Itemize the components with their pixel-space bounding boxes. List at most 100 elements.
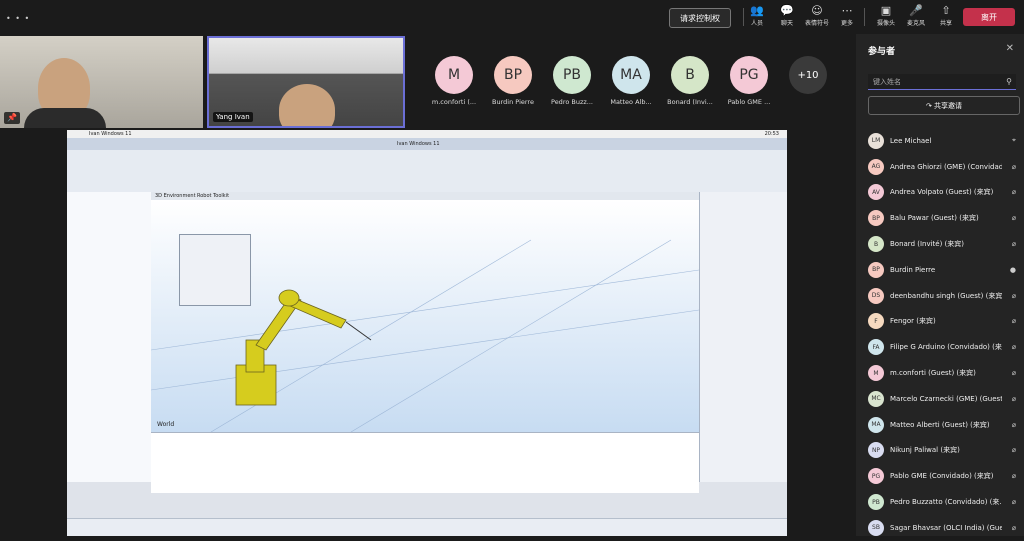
close-icon[interactable]: ✕ — [1006, 43, 1014, 54]
mic-off-icon: ⌀ — [1011, 394, 1016, 403]
participant-row[interactable]: Mm.conforti (Guest) (来宾) ⌀ — [856, 360, 1024, 386]
meeting-toolbar: • • • 请求控制权 👥 人员 💬 聊天 ☺ 表情符号 ⋯ 更多 ▣ 摄像头 🎤 麦克风 … — [0, 0, 1024, 34]
participant-avatar: BP — [868, 210, 884, 227]
participant-row[interactable]: AG Andrea Ghiorzi (GME) (Convidad... ⌀ — [856, 154, 1024, 180]
avatar[interactable]: PB — [553, 56, 591, 94]
participant-row[interactable]: NP Nikunj Paliwal (来宾) ⌀ — [856, 438, 1024, 464]
ribbon-toolbar[interactable] — [67, 150, 787, 193]
tree-panel[interactable] — [67, 192, 152, 482]
inner-title: Ivan Windows 11 — [397, 141, 440, 147]
more-button[interactable]: ⋯ 更多 — [832, 4, 862, 27]
emoji-button[interactable]: ☺ 表情符号 — [802, 4, 832, 27]
participant-name: Filipe G Arduino (Convidado) (来... — [890, 343, 1002, 352]
participant-row[interactable]: SB Sagar Bhavsar (OLCI India) (Gue... ⌀ — [856, 515, 1024, 541]
pin-icon[interactable]: 📌 — [4, 112, 20, 124]
participant-avatar: BP — [868, 261, 884, 278]
participant-avatar: PB — [868, 494, 884, 511]
mic-off-icon: ⌀ — [1011, 343, 1016, 352]
video-tile-2[interactable]: Yang Ivan — [207, 36, 405, 128]
participant-name: Andrea Volpato (Guest) (来宾) — [890, 188, 994, 197]
participant-row[interactable]: LM Lee Michael ⌖ — [856, 128, 1024, 154]
properties-panel[interactable] — [699, 192, 787, 482]
participant-name: Balu Pawar (Guest) (来宾) — [890, 214, 979, 223]
participant-avatar: FA — [868, 339, 884, 356]
participant-row[interactable]: F Fengor (来宾) ⌀ — [856, 309, 1024, 335]
share-button[interactable]: ⇧ 共享 — [931, 4, 961, 27]
people-icon: 👥 — [750, 4, 764, 17]
viewport-tabs: 3D Environment Robot Toolkit — [151, 192, 699, 200]
remote-app-title: Ivan Windows 11 — [89, 131, 132, 137]
participant-row[interactable]: BP Balu Pawar (Guest) (来宾) ⌀ — [856, 205, 1024, 231]
participant-avatar: NP — [868, 442, 884, 459]
avatar[interactable]: MA — [612, 56, 650, 94]
mic-off-icon: ⌀ — [1011, 291, 1016, 300]
participant-row[interactable]: BP Burdin Pierre ● — [856, 257, 1024, 283]
camera-button[interactable]: ▣ 摄像头 — [871, 4, 901, 27]
leave-button[interactable]: 离开 — [963, 8, 1015, 26]
video-tile-1[interactable]: 📌 — [0, 36, 203, 128]
mic-off-icon: ⌀ — [1011, 523, 1016, 532]
participant-row[interactable]: AV Andrea Volpato (Guest) (来宾) ⌀ — [856, 180, 1024, 206]
participant-avatar: PG — [868, 468, 884, 485]
avatar[interactable]: PG — [730, 56, 768, 94]
remote-taskbar[interactable] — [67, 518, 787, 536]
share-icon: ⇧ — [941, 4, 951, 17]
mic-button[interactable]: 🎤 麦克风 — [901, 4, 931, 27]
avatar[interactable]: M — [435, 56, 473, 94]
participant-name: Matteo Alberti (Guest) (来宾) — [890, 420, 990, 429]
inner-titlebar: Ivan Windows 11 — [67, 138, 787, 150]
participant-row[interactable]: FA Filipe G Arduino (Convidado) (来... ⌀ — [856, 334, 1024, 360]
participant-avatar: MC — [868, 390, 884, 407]
participant-name: Pedro Buzzatto (Convidado) (来... — [890, 498, 1002, 507]
participant-avatar: LM — [868, 132, 884, 149]
mic-off-icon: ⌀ — [1011, 240, 1016, 249]
participant-avatar: M — [868, 365, 884, 382]
mic-off-icon: 🎤 — [909, 4, 923, 17]
participant-row[interactable]: PG Pablo GME (Convidado) (来宾) ⌀ — [856, 463, 1024, 489]
search-icon: ⚲ — [1006, 77, 1012, 86]
participant-name: Pablo GME (Convidado) (来宾) — [890, 472, 994, 481]
participant-avatar: MA — [868, 416, 884, 433]
participant-row[interactable]: PB Pedro Buzzatto (Convidado) (来... ⌀ — [856, 489, 1024, 515]
tab-robot-toolkit[interactable]: Robot Toolkit — [197, 193, 229, 199]
participant-name: Burdin Pierre — [890, 265, 936, 274]
pin-icon: ⌖ — [1012, 136, 1016, 145]
more-dots-icon[interactable]: • • • — [6, 14, 30, 23]
participant-row[interactable]: B Bonard (Invité) (来宾) ⌀ — [856, 231, 1024, 257]
shared-screen[interactable]: Ivan Windows 11 20:53 Ivan Windows 11 3D… — [67, 130, 787, 536]
search-input[interactable]: 键入姓名 ⚲ — [868, 74, 1016, 90]
participant-row[interactable]: MA Matteo Alberti (Guest) (来宾) ⌀ — [856, 412, 1024, 438]
people-button[interactable]: 👥 人员 — [742, 4, 772, 27]
chat-button[interactable]: 💬 聊天 — [772, 4, 802, 27]
mic-off-icon: ⌀ — [1011, 369, 1016, 378]
participant-avatar: DS — [868, 287, 884, 304]
share-invite-button[interactable]: ↷ 共享邀请 — [868, 96, 1020, 115]
mic-off-icon: ⌀ — [1011, 162, 1016, 171]
participant-name: Yang Ivan — [213, 112, 253, 122]
mic-off-icon: ⌀ — [1011, 214, 1016, 223]
participant-name: Nikunj Paliwal (来宾) — [890, 446, 960, 455]
participant-avatar: AG — [868, 158, 884, 175]
camera-icon: ▣ — [880, 4, 892, 17]
avatar[interactable]: B — [671, 56, 709, 94]
jog-dialog[interactable] — [179, 234, 251, 306]
participant-avatar: F — [868, 313, 884, 330]
request-control-button[interactable]: 请求控制权 — [669, 8, 731, 28]
share-invite-icon: ↷ — [925, 101, 935, 110]
mic-off-icon: ⌀ — [1011, 446, 1016, 455]
participant-avatar: B — [868, 236, 884, 253]
tab-3d-environment[interactable]: 3D Environment — [155, 193, 196, 199]
participant-name: Fengor (来宾) — [890, 317, 936, 326]
mic-off-icon: ⌀ — [1011, 420, 1016, 429]
mic-off-icon: ⌀ — [1011, 188, 1016, 197]
panel-title: 参与者 — [868, 47, 896, 57]
participant-name: deenbandhu singh (Guest) (来宾) — [890, 291, 1002, 300]
participant-row[interactable]: DS deenbandhu singh (Guest) (来宾) ⌀ — [856, 283, 1024, 309]
more-participants-button[interactable]: +10 — [789, 56, 827, 94]
avatar[interactable]: BP — [494, 56, 532, 94]
participant-name: Sagar Bhavsar (OLCI India) (Gue... — [890, 523, 1002, 532]
divider — [864, 8, 865, 26]
world-label: World — [157, 421, 174, 428]
mic-off-icon: ⌀ — [1011, 472, 1016, 481]
participant-row[interactable]: MC Marcelo Czarnecki (GME) (Guest... ⌀ — [856, 386, 1024, 412]
